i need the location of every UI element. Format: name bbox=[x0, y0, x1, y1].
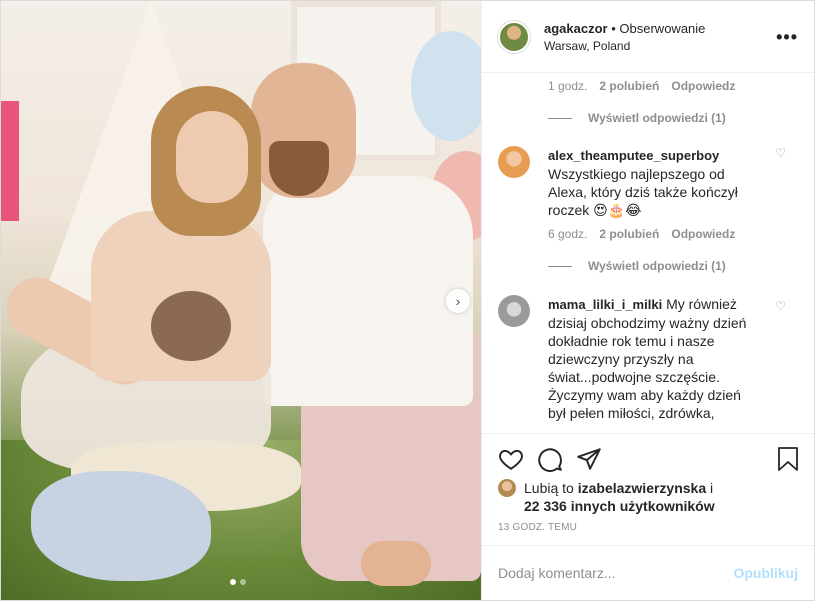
comment-input[interactable] bbox=[498, 565, 734, 581]
chevron-right-icon: › bbox=[455, 293, 461, 309]
photo-gift-box bbox=[1, 101, 19, 221]
post-location[interactable]: Warsaw, Poland bbox=[544, 39, 705, 53]
comment-likes[interactable]: 2 polubień bbox=[599, 79, 659, 93]
view-replies-label: Wyświetl odpowiedzi (1) bbox=[588, 111, 726, 125]
commenter-avatar[interactable] bbox=[498, 295, 530, 327]
post-dialog: › agakaczor • Obserwowanie Warsaw, Polan… bbox=[0, 0, 815, 601]
separator-dot: • bbox=[611, 20, 616, 36]
comment-likes[interactable]: 2 polubień bbox=[599, 227, 659, 241]
likes-others-count[interactable]: 22 336 innych użytkowników bbox=[524, 498, 715, 514]
carousel-dot-active bbox=[230, 579, 236, 585]
view-replies-label: Wyświetl odpowiedzi (1) bbox=[588, 259, 726, 273]
likes-conj: i bbox=[710, 480, 714, 496]
author-username[interactable]: agakaczor bbox=[544, 21, 608, 36]
view-replies-button[interactable]: Wyświetl odpowiedzi (1) bbox=[548, 111, 798, 125]
add-comment-bar: Opublikuj bbox=[482, 545, 814, 600]
bookmark-icon[interactable] bbox=[776, 446, 800, 472]
comment-body: alex_theamputee_superboy Wszystkiego naj… bbox=[548, 146, 758, 219]
comment-meta: 6 godz. 2 polubień Odpowiedz bbox=[548, 227, 798, 241]
view-replies-button[interactable]: Wyświetl odpowiedzi (1) bbox=[548, 259, 798, 273]
comment-body: mama_lilki_i_milki My również dzisiaj ob… bbox=[548, 295, 758, 422]
share-icon[interactable] bbox=[576, 446, 602, 472]
comment-icon[interactable] bbox=[537, 446, 563, 472]
photo-blanket bbox=[31, 471, 211, 581]
likes-text: Lubią to izabelazwierzynska i 22 336 inn… bbox=[524, 479, 715, 515]
post-sidebar: agakaczor • Obserwowanie Warsaw, Poland … bbox=[481, 1, 814, 600]
reply-divider-line bbox=[548, 265, 572, 267]
photo-man-shirt bbox=[263, 176, 473, 406]
comment-time: 6 godz. bbox=[548, 227, 588, 241]
post-actions-bar bbox=[482, 433, 814, 483]
comment-like-heart-icon[interactable]: ♡ bbox=[775, 299, 786, 313]
comment-item: mama_lilki_i_milki My również dzisiaj ob… bbox=[498, 295, 798, 422]
publish-button[interactable]: Opublikuj bbox=[733, 565, 798, 581]
comment-text: My również dzisiaj obchodzimy ważny dzie… bbox=[548, 296, 747, 421]
more-options-icon[interactable]: ••• bbox=[776, 27, 798, 48]
photo-woman-face bbox=[176, 111, 248, 203]
following-button[interactable]: Obserwowanie bbox=[619, 21, 705, 36]
carousel-next-button[interactable]: › bbox=[446, 289, 470, 313]
author-avatar[interactable] bbox=[498, 20, 530, 53]
comment-text: Wszystkiego najlepszego od Alexa, który … bbox=[548, 166, 738, 218]
post-header: agakaczor • Obserwowanie Warsaw, Poland … bbox=[482, 1, 814, 73]
reply-button[interactable]: Odpowiedz bbox=[671, 79, 735, 93]
comments-list[interactable]: 1 godz. 2 polubień Odpowiedz Wyświetl od… bbox=[482, 73, 814, 433]
comment-like-heart-icon[interactable]: ♡ bbox=[775, 146, 786, 160]
liker-avatar[interactable] bbox=[498, 479, 516, 497]
post-timestamp[interactable]: 13 GODZ. TEMU bbox=[498, 522, 577, 533]
photo-foot bbox=[361, 541, 431, 586]
heart-icon[interactable] bbox=[498, 446, 524, 472]
likes-summary: Lubią to izabelazwierzynska i 22 336 inn… bbox=[498, 479, 798, 515]
photo-balloon bbox=[411, 31, 481, 141]
header-text: agakaczor • Obserwowanie Warsaw, Poland bbox=[544, 21, 705, 53]
comment-meta: 1 godz. 2 polubień Odpowiedz bbox=[548, 79, 798, 93]
commenter-avatar[interactable] bbox=[498, 146, 530, 178]
likes-prefix: Lubią to bbox=[524, 480, 574, 496]
commenter-username[interactable]: alex_theamputee_superboy bbox=[548, 148, 719, 163]
carousel-indicator bbox=[230, 579, 246, 585]
comment-item: alex_theamputee_superboy Wszystkiego naj… bbox=[498, 146, 798, 219]
carousel-dot bbox=[240, 579, 246, 585]
post-photo[interactable]: › bbox=[1, 1, 481, 600]
comment-time: 1 godz. bbox=[548, 79, 588, 93]
reply-button[interactable]: Odpowiedz bbox=[671, 227, 735, 241]
photo-baby bbox=[151, 291, 231, 361]
reply-divider-line bbox=[548, 117, 572, 119]
liker-username[interactable]: izabelazwierzynska bbox=[578, 480, 706, 496]
commenter-username[interactable]: mama_lilki_i_milki bbox=[548, 297, 662, 312]
